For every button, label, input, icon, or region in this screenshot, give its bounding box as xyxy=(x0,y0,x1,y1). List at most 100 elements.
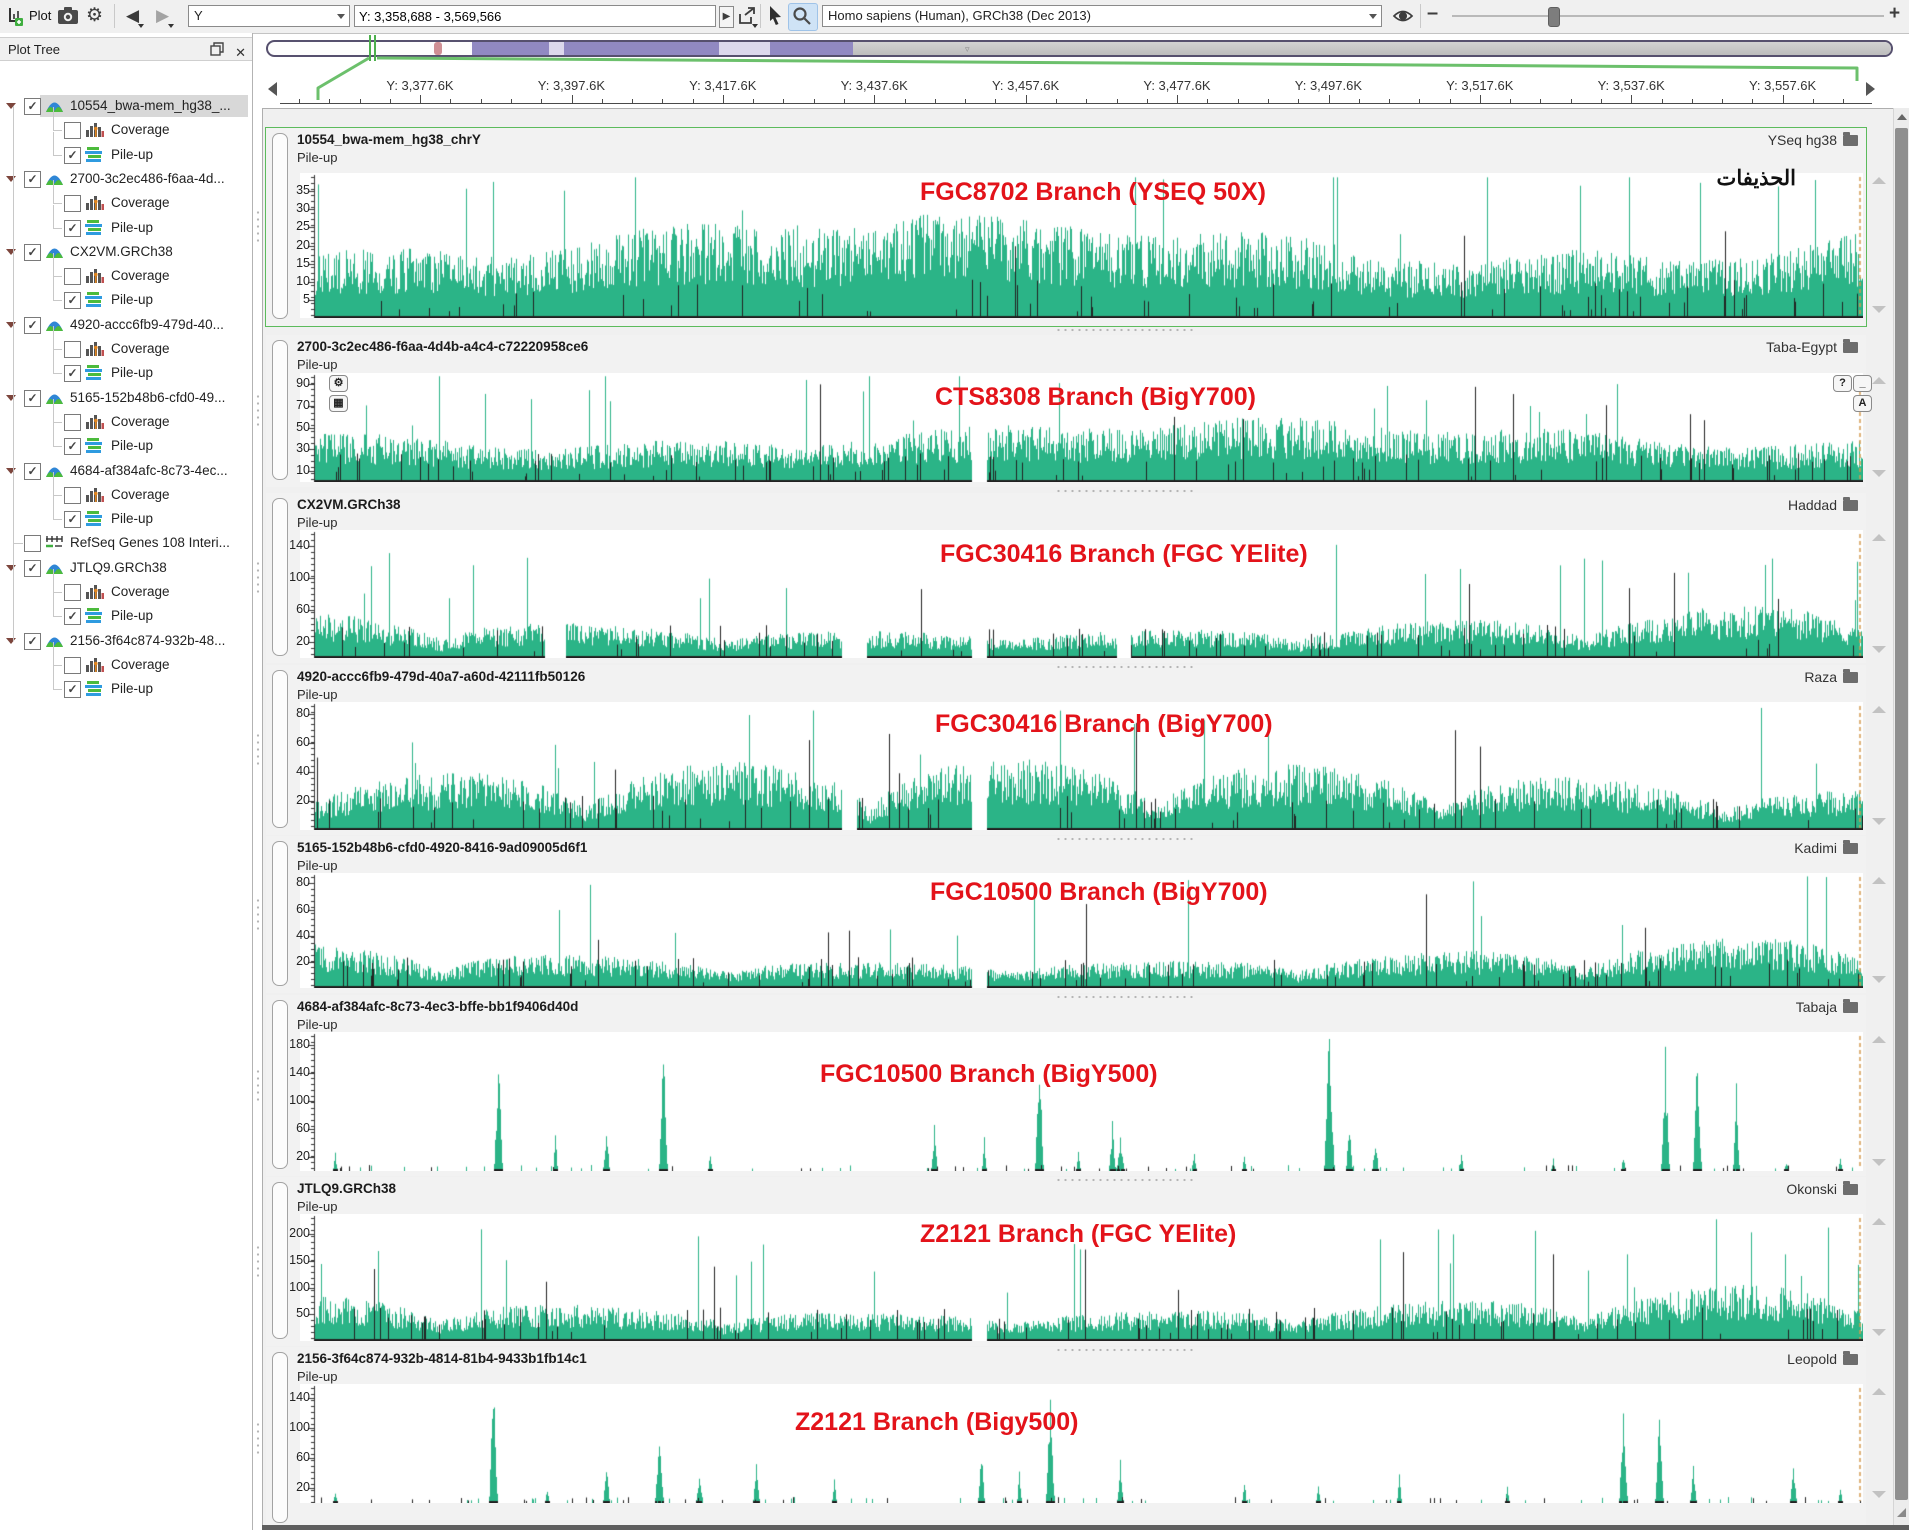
panel-drag-dots[interactable] xyxy=(256,897,260,933)
track-panel[interactable]: 2700-3c2ec486-f6aa-4d4b-a4c4-c72220958ce… xyxy=(266,335,1866,487)
track-panel[interactable]: 4920-accc6fb9-479d-40a7-a60d-42111fb5012… xyxy=(266,665,1866,835)
tree-subitem-coverage[interactable]: Coverage xyxy=(0,119,252,143)
panel-drag-dots[interactable] xyxy=(256,209,260,245)
panel-drag-dots[interactable] xyxy=(256,1244,260,1280)
track-checkbox[interactable]: ✓ xyxy=(24,390,41,407)
collapse-triangle-icon[interactable] xyxy=(6,249,16,255)
minimize-button[interactable]: _ xyxy=(1853,375,1872,392)
panel-drag-dots[interactable] xyxy=(256,1068,260,1104)
tree-subitem-coverage[interactable]: Coverage xyxy=(0,411,252,435)
collapse-triangle-icon[interactable] xyxy=(6,468,16,474)
subtrack-checkbox[interactable]: ✓ xyxy=(64,438,81,455)
tree-subitem-coverage[interactable]: Coverage xyxy=(0,581,252,605)
subtrack-checkbox[interactable] xyxy=(64,414,81,431)
tree-item-sample-4[interactable]: ✓5165-152b48b6-cfd0-49... xyxy=(0,387,252,411)
subtrack-checkbox[interactable]: ✓ xyxy=(64,511,81,528)
track-scroll-down-icon[interactable] xyxy=(1872,1329,1886,1336)
folder-icon[interactable] xyxy=(1843,672,1858,683)
folder-icon[interactable] xyxy=(1843,342,1858,353)
subtrack-checkbox[interactable]: ✓ xyxy=(64,608,81,625)
track-panel[interactable]: 5165-152b48b6-cfd0-4920-8416-9ad09005d6f… xyxy=(266,836,1866,993)
folder-icon[interactable] xyxy=(1843,500,1858,511)
subtrack-checkbox[interactable] xyxy=(64,657,81,674)
track-scroll-up-icon[interactable] xyxy=(1872,1388,1886,1395)
collapse-triangle-icon[interactable] xyxy=(6,176,16,182)
ruler-scroll-left-arrow[interactable] xyxy=(268,82,277,96)
track-resize-dots-handle[interactable] xyxy=(1055,1178,1195,1182)
subtrack-checkbox[interactable]: ✓ xyxy=(64,147,81,164)
track-scroll-down-icon[interactable] xyxy=(1872,646,1886,653)
ruler-scroll-right-arrow[interactable] xyxy=(1866,82,1875,96)
track-checkbox[interactable] xyxy=(24,535,41,552)
tree-subitem-pile-up[interactable]: ✓Pile-up xyxy=(0,144,252,168)
track-checkbox[interactable]: ✓ xyxy=(24,244,41,261)
collapse-triangle-icon[interactable] xyxy=(6,638,16,644)
track-checkbox[interactable]: ✓ xyxy=(24,463,41,480)
tree-subitem-pile-up[interactable]: ✓Pile-up xyxy=(0,289,252,313)
collapse-triangle-icon[interactable] xyxy=(6,395,16,401)
tree-subitem-pile-up[interactable]: ✓Pile-up xyxy=(0,605,252,629)
tree-item-sample-1[interactable]: ✓2700-3c2ec486-f6aa-4d... xyxy=(0,168,252,192)
scrollbar-thumb[interactable] xyxy=(1895,128,1908,1500)
tree-subitem-coverage[interactable]: Coverage xyxy=(0,192,252,216)
pileup-plot[interactable] xyxy=(300,1384,1863,1503)
track-panel[interactable]: 4684-af384afc-8c73-4ec3-bffe-bb1f9406d40… xyxy=(266,995,1866,1176)
panel-drag-dots[interactable] xyxy=(256,393,260,429)
help-button[interactable]: ? xyxy=(1833,375,1852,392)
tree-subitem-pile-up[interactable]: ✓Pile-up xyxy=(0,678,252,702)
track-scroll-down-icon[interactable] xyxy=(1872,818,1886,825)
track-resize-dots-handle[interactable] xyxy=(1055,328,1195,332)
collapse-triangle-icon[interactable] xyxy=(6,565,16,571)
folder-icon[interactable] xyxy=(1843,843,1858,854)
folder-icon[interactable] xyxy=(1843,1354,1858,1365)
tree-subitem-coverage[interactable]: Coverage xyxy=(0,265,252,289)
folder-icon[interactable] xyxy=(1843,135,1858,146)
track-scroll-up-icon[interactable] xyxy=(1872,177,1886,184)
resize-corner-icon[interactable] xyxy=(1897,1508,1906,1517)
tree-item-sample-8[interactable]: ✓2156-3f64c874-932b-48... xyxy=(0,630,252,654)
track-checkbox[interactable]: ✓ xyxy=(24,171,41,188)
pileup-plot[interactable] xyxy=(300,1032,1863,1171)
subtrack-checkbox[interactable] xyxy=(64,268,81,285)
tree-item-sample-5[interactable]: ✓4684-af384afc-8c73-4ec... xyxy=(0,460,252,484)
autoscale-button[interactable]: A xyxy=(1853,395,1872,412)
folder-icon[interactable] xyxy=(1843,1002,1858,1013)
track-panel[interactable]: 2156-3f64c874-932b-4814-81b4-9433b1fb14c… xyxy=(266,1347,1866,1530)
panel-drag-dots[interactable] xyxy=(256,1421,260,1457)
tree-subitem-pile-up[interactable]: ✓Pile-up xyxy=(0,217,252,241)
track-scroll-up-icon[interactable] xyxy=(1872,377,1886,384)
subtrack-checkbox[interactable] xyxy=(64,195,81,212)
track-scroll-up-icon[interactable] xyxy=(1872,534,1886,541)
track-scroll-down-icon[interactable] xyxy=(1872,1491,1886,1498)
track-resize-dots-handle[interactable] xyxy=(1055,489,1195,493)
tree-subitem-coverage[interactable]: Coverage xyxy=(0,654,252,678)
track-checkbox[interactable]: ✓ xyxy=(24,560,41,577)
track-scroll-up-icon[interactable] xyxy=(1872,706,1886,713)
panel-drag-dots[interactable] xyxy=(256,560,260,596)
subtrack-checkbox[interactable] xyxy=(64,122,81,139)
subtrack-checkbox[interactable]: ✓ xyxy=(64,292,81,309)
tree-subitem-pile-up[interactable]: ✓Pile-up xyxy=(0,362,252,386)
horizontal-scrollbar-edge[interactable] xyxy=(262,1525,1909,1530)
track-scroll-down-icon[interactable] xyxy=(1872,976,1886,983)
track-scroll-down-icon[interactable] xyxy=(1872,1159,1886,1166)
tree-subitem-pile-up[interactable]: ✓Pile-up xyxy=(0,508,252,532)
subtrack-checkbox[interactable] xyxy=(64,584,81,601)
track-checkbox[interactable]: ✓ xyxy=(24,633,41,650)
track-scroll-down-icon[interactable] xyxy=(1872,306,1886,313)
track-checkbox[interactable]: ✓ xyxy=(24,317,41,334)
track-resize-dots-handle[interactable] xyxy=(1055,995,1195,999)
subtrack-checkbox[interactable] xyxy=(64,487,81,504)
track-panel[interactable]: CX2VM.GRCh38 Pile-up Haddad 1401006020 F… xyxy=(266,493,1866,663)
track-scroll-up-icon[interactable] xyxy=(1872,1036,1886,1043)
plot-grid-button[interactable]: ▦ xyxy=(329,395,348,412)
panel-drag-dots[interactable] xyxy=(256,732,260,768)
plot-settings-gear-button[interactable]: ⚙ xyxy=(329,375,348,392)
subtrack-checkbox[interactable]: ✓ xyxy=(64,365,81,382)
tree-item-sample-3[interactable]: ✓4920-accc6fb9-479d-40... xyxy=(0,314,252,338)
track-resize-dots-handle[interactable] xyxy=(1055,837,1195,841)
tree-item-sample-7[interactable]: ✓JTLQ9.GRCh38 xyxy=(0,557,252,581)
vertical-scrollbar[interactable] xyxy=(1893,108,1909,1530)
track-scroll-down-icon[interactable] xyxy=(1872,470,1886,477)
track-scroll-up-icon[interactable] xyxy=(1872,1218,1886,1225)
